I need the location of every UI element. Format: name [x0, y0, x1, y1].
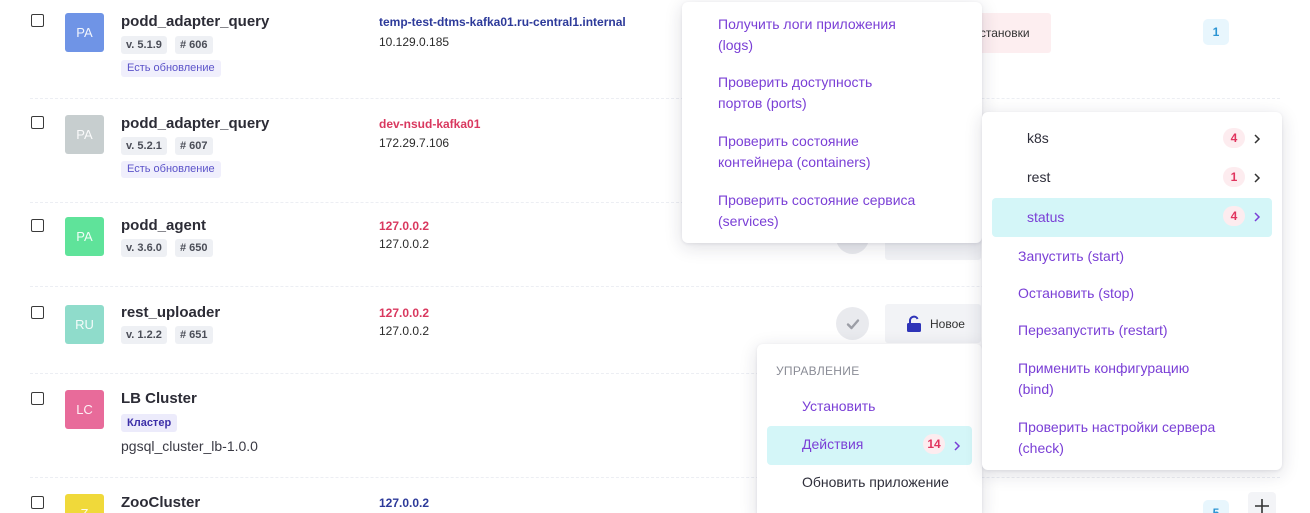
install-status-button[interactable]: установки [970, 13, 1051, 53]
diagnostics-menu: Получить логи приложения (logs) Проверить… [682, 2, 982, 243]
build-tag: # 607 [175, 137, 213, 155]
app-name[interactable]: podd_agent [121, 217, 206, 234]
submenu-group-rest[interactable]: rest [1027, 167, 1050, 188]
avatar: PA [65, 13, 104, 52]
menu-item-services[interactable]: Проверить состояние сервиса (services) [718, 190, 915, 232]
actions-count-badge: 14 [923, 434, 945, 454]
submenu-group-k8s[interactable]: k8s [1027, 128, 1049, 149]
build-tag: # 606 [175, 36, 213, 54]
menu-item-containers[interactable]: Проверить состояние контейнера (container… [718, 131, 871, 173]
group-count-badge: 4 [1223, 128, 1245, 148]
menu-item-logs[interactable]: Получить логи приложения (logs) [718, 14, 896, 56]
host-link[interactable]: dev-nsud-kafka01 [379, 117, 480, 131]
management-menu: УПРАВЛЕНИЕ Установить Действия 14 Обнови… [757, 344, 982, 513]
menu-item-actions-label: Действия [802, 436, 864, 452]
checkmark-icon [846, 318, 859, 329]
menu-item-update-app[interactable]: Обновить приложение [802, 472, 949, 493]
state-label: Новое [930, 316, 965, 331]
row-checkbox[interactable] [31, 116, 44, 129]
host-link[interactable]: temp-test-dtms-kafka01.ru-central1.inter… [379, 15, 626, 29]
app-name[interactable]: LB Cluster [121, 390, 197, 407]
version-tag: v. 5.2.1 [121, 137, 167, 155]
group-count-badge: 1 [1223, 167, 1245, 187]
avatar: PA [65, 217, 104, 256]
app-name[interactable]: podd_adapter_query [121, 13, 269, 30]
host-link[interactable]: 127.0.0.2 [379, 219, 429, 233]
menu-section-header: УПРАВЛЕНИЕ [776, 364, 860, 378]
version-tag: v. 5.1.9 [121, 36, 167, 54]
chevron-right-icon [1254, 134, 1261, 144]
row-checkbox[interactable] [31, 306, 44, 319]
avatar: LC [65, 390, 104, 429]
host-link[interactable]: 127.0.0.2 [379, 306, 429, 320]
chevron-right-icon [1254, 212, 1261, 222]
menu-item-start[interactable]: Запустить (start) [1018, 246, 1124, 267]
ip-address: 127.0.0.2 [379, 237, 430, 251]
menu-item-stop[interactable]: Остановить (stop) [1018, 283, 1134, 304]
ip-address: 172.29.7.106 [379, 136, 450, 150]
host-link[interactable]: 127.0.0.2 [379, 496, 429, 510]
actions-submenu: k8s 4 rest 1 status 4 Запустить (start) … [982, 112, 1282, 470]
update-available-badge: Есть обновление [121, 60, 221, 77]
chevron-right-icon [1254, 173, 1261, 183]
row-checkbox[interactable] [31, 496, 44, 509]
row-checkbox[interactable] [31, 14, 44, 27]
menu-item-install[interactable]: Установить [802, 396, 875, 417]
ip-address: 127.0.0.2 [379, 324, 430, 338]
row-checkbox[interactable] [31, 392, 44, 405]
group-count-badge: 4 [1223, 206, 1245, 226]
count-badge[interactable]: 5 [1203, 500, 1229, 513]
app-name[interactable]: podd_adapter_query [121, 115, 269, 132]
menu-item-ports[interactable]: Проверить доступность портов (ports) [718, 72, 872, 114]
app-name[interactable]: ZooCluster [121, 494, 200, 511]
avatar: RU [65, 305, 104, 344]
row-divider [30, 477, 1280, 478]
install-status-label: установки [974, 26, 1030, 40]
add-button[interactable] [1248, 492, 1276, 513]
chevron-right-icon [954, 441, 961, 451]
menu-item-check[interactable]: Проверить настройки сервера (check) [1018, 417, 1215, 459]
applications-list-page: PA podd_adapter_query v. 5.1.9 # 606 Ест… [0, 0, 1310, 513]
plus-icon [1255, 499, 1269, 513]
app-name[interactable]: rest_uploader [121, 304, 220, 321]
build-tag: # 650 [175, 239, 213, 257]
avatar: Z [65, 494, 104, 513]
row-divider [30, 98, 1280, 99]
submenu-group-status-label: status [1027, 209, 1065, 225]
build-tag: # 651 [175, 326, 213, 344]
menu-item-restart[interactable]: Перезапустить (restart) [1018, 320, 1168, 341]
ip-address: 10.129.0.185 [379, 35, 450, 49]
update-available-badge: Есть обновление [121, 161, 221, 178]
cluster-package: pgsql_cluster_lb-1.0.0 [121, 438, 258, 454]
cluster-tag: Кластер [121, 414, 178, 432]
count-badge[interactable]: 1 [1203, 19, 1229, 45]
avatar: PA [65, 115, 104, 154]
menu-item-bind[interactable]: Применить конфигурацию (bind) [1018, 358, 1189, 400]
version-tag: v. 3.6.0 [121, 239, 167, 257]
status-check-icon[interactable] [836, 307, 869, 340]
row-checkbox[interactable] [31, 219, 44, 232]
version-tag: v. 1.2.2 [121, 326, 167, 344]
unlock-icon [907, 315, 921, 332]
state-button[interactable]: Новое [885, 304, 981, 343]
